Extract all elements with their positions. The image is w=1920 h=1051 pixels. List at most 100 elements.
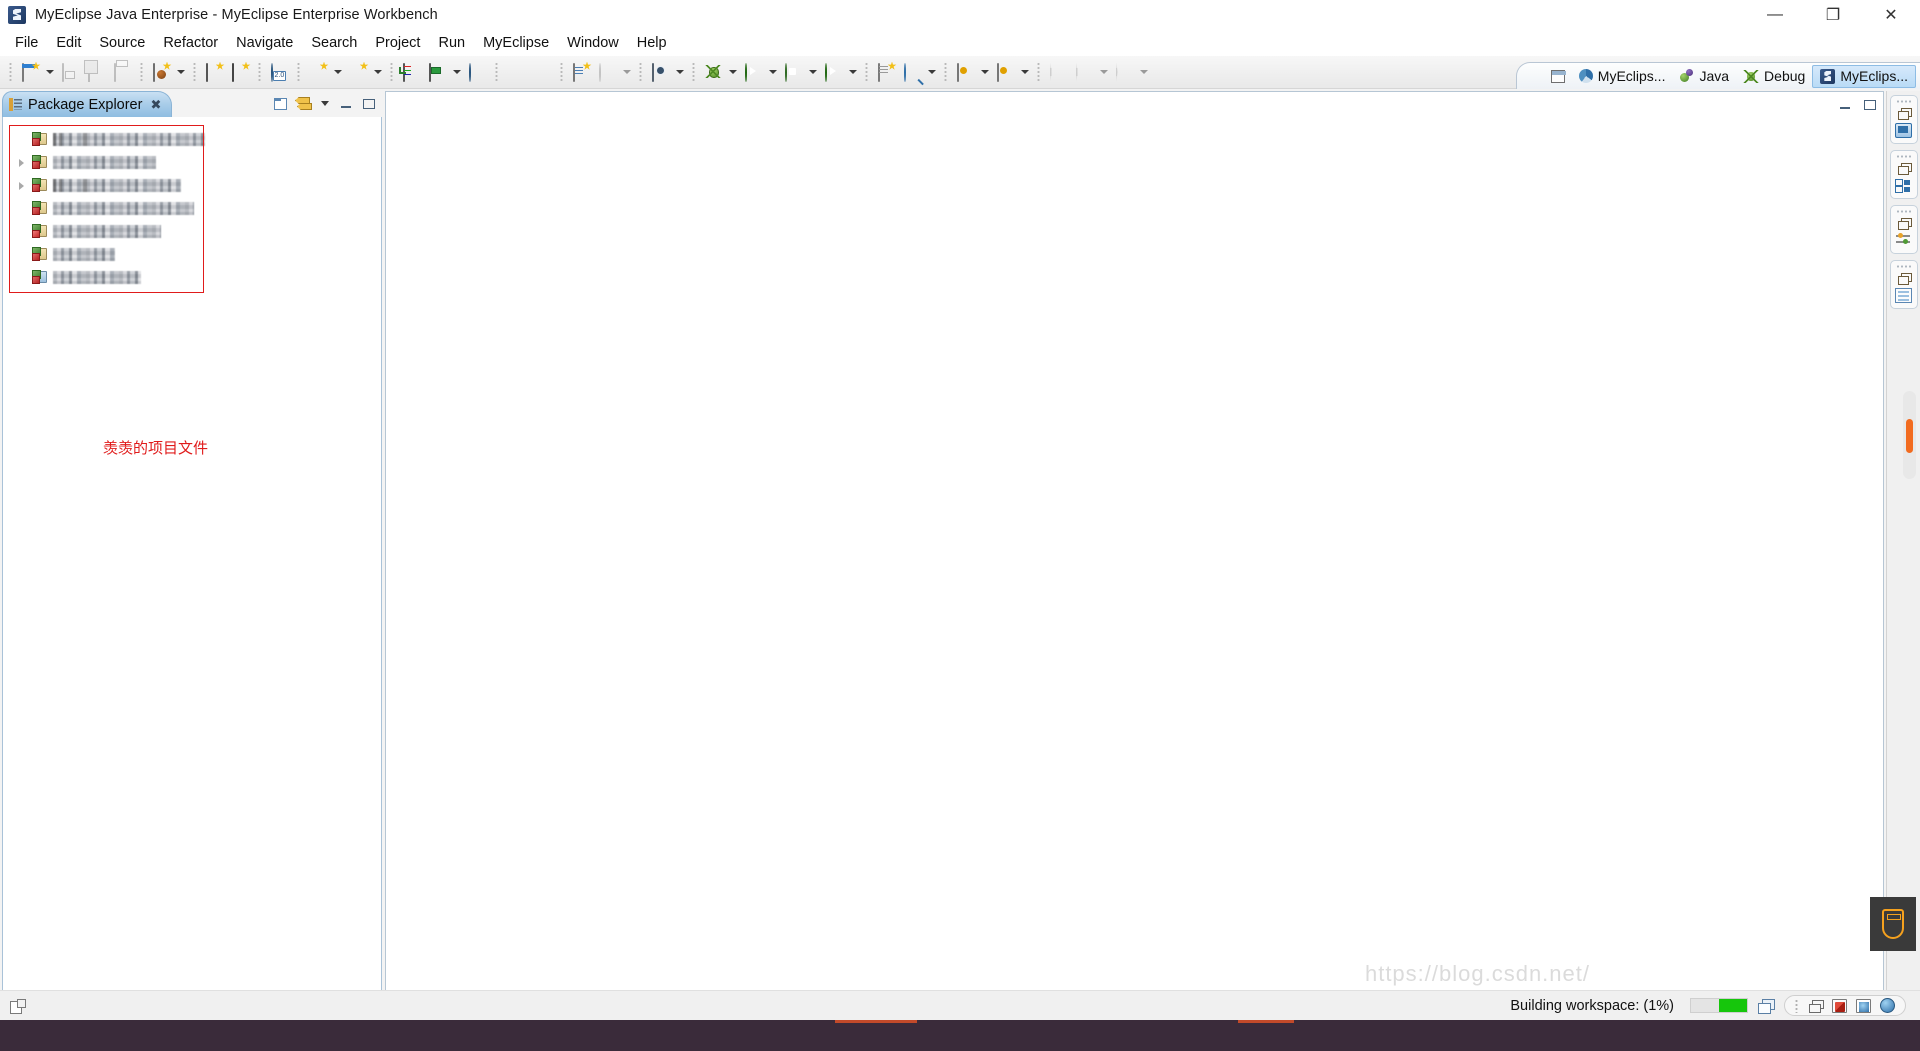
toolbar-grip[interactable] <box>193 62 196 82</box>
deploy-dropdown-icon[interactable] <box>331 60 344 84</box>
fastview-servers[interactable] <box>1889 260 1918 309</box>
show-jobs-icon[interactable] <box>1758 998 1775 1014</box>
scrollbar-thumb[interactable] <box>1906 419 1913 453</box>
run-icon[interactable] <box>741 60 765 84</box>
list-item[interactable] <box>11 151 251 174</box>
debug-icon[interactable] <box>701 60 725 84</box>
stack-grip[interactable] <box>1895 155 1912 158</box>
link-with-editor-button[interactable] <box>293 94 312 113</box>
fastview-properties[interactable] <box>1889 205 1918 254</box>
close-icon[interactable]: ✖ <box>150 97 161 113</box>
server-icon[interactable] <box>425 60 449 84</box>
new-java-class-dropdown-icon[interactable] <box>174 60 187 84</box>
globe-icon[interactable] <box>465 60 489 84</box>
snapshot-icon[interactable] <box>648 60 672 84</box>
browser-trim-icon[interactable] <box>1880 998 1895 1013</box>
list-item[interactable] <box>11 128 251 151</box>
edit-annotation-icon[interactable] <box>569 60 593 84</box>
prev-annotation-icon[interactable] <box>993 60 1017 84</box>
new-wizard-dropdown-icon[interactable] <box>43 60 56 84</box>
list-item[interactable] <box>11 174 251 197</box>
restore-icon[interactable] <box>1897 163 1912 175</box>
web-browser-dropdown-icon[interactable] <box>620 60 633 84</box>
menu-source[interactable]: Source <box>90 33 154 53</box>
open-type-icon[interactable] <box>202 60 226 84</box>
toolbar-grip[interactable] <box>692 62 695 82</box>
list-item[interactable] <box>11 220 251 243</box>
menu-search[interactable]: Search <box>302 33 366 53</box>
list-item[interactable] <box>11 197 251 220</box>
os-taskbar[interactable] <box>0 1020 1920 1051</box>
backward-dropdown-icon[interactable] <box>1097 60 1110 84</box>
perspective-java[interactable]: Java <box>1672 65 1736 88</box>
toolbar-grip[interactable] <box>297 62 300 82</box>
run-dropdown-icon[interactable] <box>766 60 779 84</box>
menu-project[interactable]: Project <box>366 33 429 53</box>
stack-grip[interactable] <box>1895 100 1912 103</box>
menu-refactor[interactable]: Refactor <box>154 33 227 53</box>
minimize-editor-button[interactable] <box>1836 95 1855 114</box>
maximize-window-button[interactable]: ❐ <box>1804 0 1862 30</box>
stack-grip[interactable] <box>1895 265 1912 268</box>
minimize-view-button[interactable] <box>337 94 356 113</box>
backward-icon[interactable] <box>1072 60 1096 84</box>
expand-arrow-icon[interactable] <box>15 248 28 261</box>
search-icon[interactable] <box>900 60 924 84</box>
menu-file[interactable]: File <box>6 33 47 53</box>
toolbar-grip[interactable] <box>140 62 143 82</box>
tab-package-explorer[interactable]: Package Explorer ✖ <box>2 91 173 117</box>
stack-grip[interactable] <box>1895 210 1912 213</box>
tray-grip[interactable] <box>1795 998 1798 1013</box>
web-browser-icon[interactable] <box>595 60 619 84</box>
perspective-myeclipse[interactable]: MyEclips... <box>1812 64 1916 88</box>
menu-run[interactable]: Run <box>429 33 474 53</box>
web-deploy-dropdown-icon[interactable] <box>371 60 384 84</box>
expand-arrow-icon[interactable] <box>15 225 28 238</box>
open-perspective-button[interactable] <box>1544 65 1572 88</box>
prev-annotation-dropdown-icon[interactable] <box>1018 60 1031 84</box>
deploy-icon[interactable] <box>306 60 330 84</box>
list-item[interactable] <box>11 243 251 266</box>
toolbar-grip[interactable] <box>258 62 261 82</box>
expand-arrow-icon[interactable] <box>15 133 28 146</box>
view-menu-button[interactable] <box>315 94 334 113</box>
run-external-icon[interactable] <box>781 60 805 84</box>
next-annotation-icon[interactable] <box>953 60 977 84</box>
toolbar-grip[interactable] <box>639 62 642 82</box>
search-dropdown-icon[interactable] <box>925 60 938 84</box>
save-icon[interactable] <box>58 60 82 84</box>
toolbar-grip[interactable] <box>865 62 868 82</box>
server-dropdown-icon[interactable] <box>450 60 463 84</box>
list-item[interactable] <box>11 266 251 289</box>
expand-arrow-icon[interactable] <box>15 271 28 284</box>
restore-icon[interactable] <box>1897 108 1912 120</box>
menu-myeclipse[interactable]: MyEclipse <box>474 33 558 53</box>
problems-trim-icon[interactable] <box>1832 998 1847 1013</box>
new-wizard-icon[interactable] <box>18 60 42 84</box>
toolbar-grip[interactable] <box>944 62 947 82</box>
servers-view-icon[interactable] <box>1895 288 1912 303</box>
tasks-trim-icon[interactable] <box>1856 998 1871 1013</box>
fastview-console[interactable] <box>1889 95 1918 144</box>
minimize-window-button[interactable]: — <box>1746 0 1804 30</box>
forward-dropdown-icon[interactable] <box>1137 60 1150 84</box>
menu-navigate[interactable]: Navigate <box>227 33 302 53</box>
open-task-icon[interactable] <box>874 60 898 84</box>
back-icon[interactable] <box>1046 60 1070 84</box>
upload-icon[interactable] <box>504 60 528 84</box>
run-external-dropdown-icon[interactable] <box>806 60 819 84</box>
expand-arrow-icon[interactable] <box>15 179 28 192</box>
web-20-icon[interactable]: 2.0 <box>267 60 291 84</box>
toolbar-grip[interactable] <box>560 62 563 82</box>
package-explorer-tree[interactable]: 羡羡的项目文件 <box>2 117 382 999</box>
menu-window[interactable]: Window <box>558 33 628 53</box>
console-view-icon[interactable] <box>1895 123 1912 138</box>
expand-arrow-icon[interactable] <box>15 202 28 215</box>
web-deploy-icon[interactable] <box>346 60 370 84</box>
toolbar-grip[interactable] <box>9 62 12 82</box>
toolbar-grip[interactable] <box>390 62 393 82</box>
snapshot-dropdown-icon[interactable] <box>673 60 686 84</box>
new-java-class-icon[interactable] <box>149 60 173 84</box>
menu-edit[interactable]: Edit <box>47 33 90 53</box>
perspective-debug[interactable]: Debug <box>1736 65 1812 88</box>
